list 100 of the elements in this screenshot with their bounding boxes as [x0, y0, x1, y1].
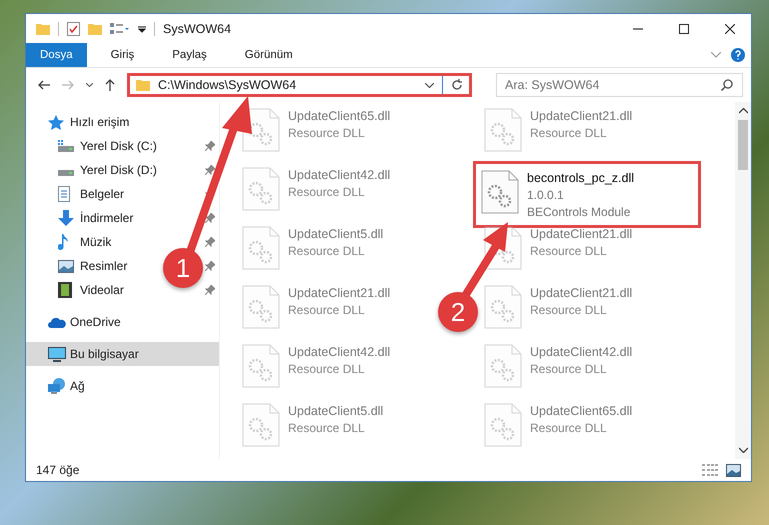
sidebar-item[interactable]: Bu bilgisayar [26, 342, 219, 366]
sidebar-label: Yerel Disk (D:) [80, 163, 157, 177]
scroll-up-icon[interactable] [738, 108, 748, 114]
pin-icon[interactable] [205, 165, 215, 175]
drive-icon [58, 140, 74, 152]
file-description: Resource DLL [288, 420, 366, 437]
file-name: UpdateClient42.dll [530, 344, 632, 361]
file-item[interactable]: UpdateClient42.dll Resource DLL [237, 161, 394, 215]
ribbon-tab[interactable]: Paylaş [158, 43, 221, 67]
gear-file-icon [241, 344, 281, 388]
file-description: Resource DLL [530, 420, 608, 437]
file-item[interactable]: UpdateClient5.dll Resource DLL [237, 220, 388, 274]
file-name: UpdateClient5.dll [288, 403, 384, 420]
gear-file-icon [241, 285, 281, 329]
sidebar-item[interactable]: Belgeler [58, 182, 128, 206]
file-description: Resource DLL [530, 361, 608, 378]
chevron-down-icon[interactable] [425, 82, 434, 88]
refresh-icon[interactable] [451, 79, 463, 91]
gear-file-icon [241, 226, 281, 270]
pin-icon[interactable] [205, 213, 215, 223]
up-arrow-icon[interactable] [105, 79, 115, 91]
search-field[interactable]: Ara: SysWOW64 [496, 73, 743, 97]
sidebar-item[interactable]: OneDrive [26, 310, 219, 334]
file-description: Resource DLL [530, 125, 608, 142]
file-name: UpdateClient42.dll [288, 167, 390, 184]
download-arrow-icon [58, 210, 74, 226]
file-name: UpdateClient5.dll [288, 226, 384, 243]
sidebar-label: Videolar [80, 283, 124, 297]
ribbon-tab[interactable]: Görünüm [230, 43, 307, 67]
star-icon [48, 114, 64, 130]
sidebar-label: Hızlı erişim [70, 115, 130, 129]
help-icon[interactable] [731, 48, 745, 62]
back-arrow-icon[interactable] [38, 80, 50, 90]
file-version: 1.0.0.1 [527, 187, 565, 204]
file-item[interactable]: becontrols_pc_z.dll 1.0.0.1 BEControls Module [473, 161, 701, 228]
sidebar-item[interactable]: Yerel Disk (C:) [58, 134, 161, 158]
gear-file-icon [241, 167, 281, 211]
sidebar-label: Resimler [80, 259, 128, 273]
ribbon-tab[interactable]: Dosya [26, 43, 87, 67]
chevron-down-icon[interactable] [86, 83, 93, 87]
file-description: Resource DLL [530, 243, 608, 260]
sidebar-item[interactable]: Ağ [26, 374, 219, 398]
file-description: Resource DLL [288, 361, 366, 378]
sidebar-label: Bu bilgisayar [70, 347, 139, 361]
gear-file-icon [480, 170, 520, 214]
file-name: UpdateClient42.dll [288, 344, 390, 361]
picture-icon [58, 260, 74, 272]
sidebar-item[interactable]: Hızlı erişim [26, 110, 219, 134]
sidebar-item[interactable]: Videolar [58, 278, 128, 302]
music-note-icon [58, 234, 70, 250]
item-count: 147 öğe [36, 463, 80, 477]
file-description: Resource DLL [530, 302, 608, 319]
pin-icon[interactable] [205, 285, 215, 295]
sidebar-label: Yerel Disk (C:) [80, 139, 157, 153]
dropdown-caret-icon[interactable] [138, 24, 146, 32]
sidebar-item[interactable]: Resimler [58, 254, 132, 278]
pin-icon[interactable] [205, 261, 215, 271]
address-bar[interactable]: C:\Windows\SysWOW64 [127, 73, 472, 97]
large-icons-view-icon[interactable] [726, 464, 741, 476]
file-item[interactable]: UpdateClient42.dll Resource DLL [237, 338, 394, 392]
details-view-icon[interactable] [702, 464, 718, 476]
sidebar-item[interactable]: Yerel Disk (D:) [58, 158, 161, 182]
file-item[interactable]: UpdateClient65.dll Resource DLL [479, 397, 636, 451]
file-description: Resource DLL [288, 125, 366, 142]
file-item[interactable]: UpdateClient21.dll Resource DLL [479, 102, 636, 156]
search-icon [721, 79, 733, 91]
file-item[interactable]: UpdateClient5.dll Resource DLL [237, 397, 388, 451]
file-item[interactable]: UpdateClient42.dll Resource DLL [479, 338, 636, 392]
pin-icon[interactable] [205, 141, 215, 151]
sidebar-item[interactable]: Müzik [58, 230, 116, 254]
scrollbar[interactable] [735, 102, 751, 459]
sidebar-label: Müzik [80, 235, 112, 249]
maximize-icon[interactable] [679, 24, 689, 34]
film-icon [58, 282, 72, 298]
file-name: UpdateClient21.dll [530, 226, 632, 243]
gear-file-icon [483, 108, 523, 152]
address-path: C:\Windows\SysWOW64 [158, 78, 298, 92]
scrollbar-thumb[interactable] [738, 120, 748, 170]
sidebar-item[interactable]: İndirmeler [58, 206, 138, 230]
computer-icon [48, 346, 66, 362]
sidebar-label: İndirmeler [80, 211, 134, 225]
file-name: becontrols_pc_z.dll [527, 170, 634, 187]
pin-icon[interactable] [205, 237, 215, 247]
close-icon[interactable] [725, 24, 735, 34]
scroll-down-icon[interactable] [738, 447, 748, 453]
network-icon [48, 378, 66, 394]
file-description: Resource DLL [288, 302, 366, 319]
gear-file-icon [483, 344, 523, 388]
gear-file-icon [241, 403, 281, 447]
file-item[interactable]: UpdateClient21.dll Resource DLL [237, 279, 394, 333]
ribbon-tab[interactable]: Giriş [96, 43, 148, 67]
sidebar-label: Belgeler [80, 187, 124, 201]
properties-icon[interactable] [67, 22, 80, 36]
gear-file-icon [483, 285, 523, 329]
folder-icon [136, 79, 150, 91]
sidebar-label: Ağ [70, 379, 85, 393]
view-options-icon[interactable] [110, 22, 130, 34]
file-item[interactable]: UpdateClient21.dll Resource DLL [479, 279, 636, 333]
file-name: UpdateClient65.dll [530, 403, 632, 420]
file-description: Resource DLL [288, 184, 366, 201]
